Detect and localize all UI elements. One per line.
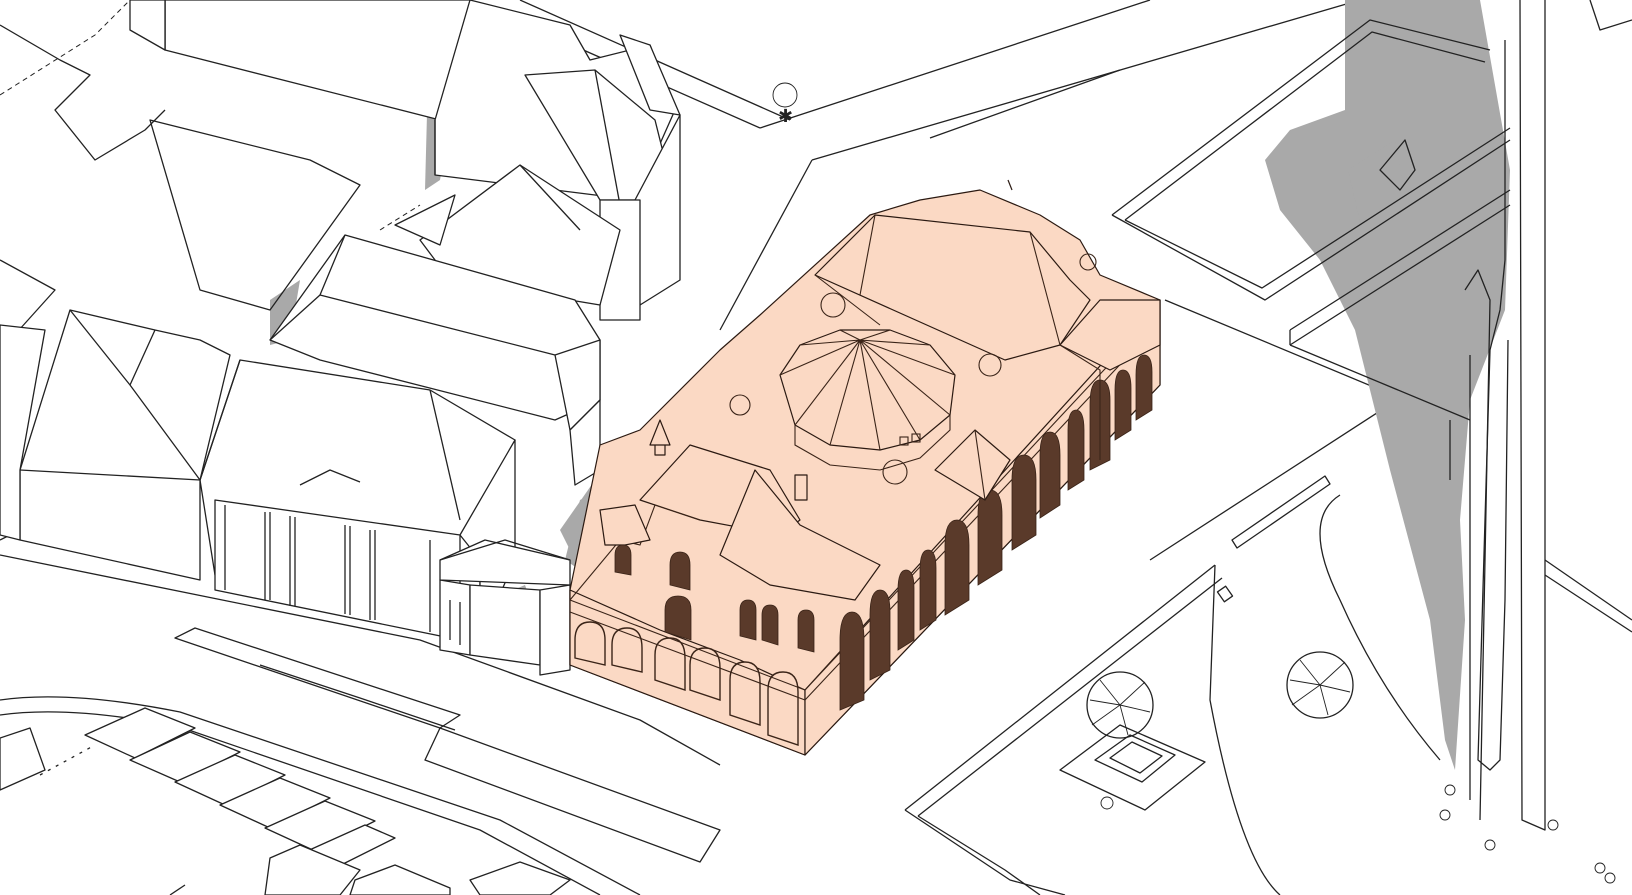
site-axonometric-drawing: ✱ (0, 0, 1632, 895)
tree-symbol-1 (1086, 671, 1154, 739)
tree-symbol-2 (1286, 651, 1354, 719)
svg-text:✱: ✱ (778, 106, 793, 127)
